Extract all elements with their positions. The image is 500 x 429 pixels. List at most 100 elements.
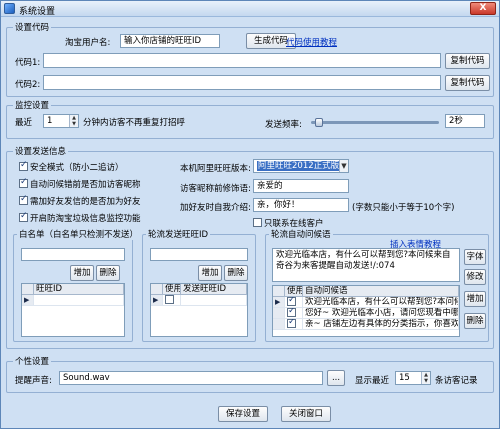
row-marker-icon: ▶ bbox=[151, 295, 163, 305]
whitelist-delete-button[interactable]: 删除 bbox=[96, 265, 120, 281]
greetings-table-header: 使用 自动问候语 bbox=[273, 286, 459, 297]
greetings-col-text: 自动问候语 bbox=[303, 286, 459, 296]
whitelist-col-id: 旺旺ID bbox=[34, 284, 124, 294]
save-settings-button[interactable]: 保存设置 bbox=[218, 406, 268, 422]
table-row[interactable]: 亲~ 店铺左边有具体的分类指示，你喜欢哪 bbox=[273, 319, 459, 330]
rotation-accounts-title: 轮流发送旺旺ID bbox=[146, 228, 211, 240]
close-window-button[interactable]: 关闭窗口 bbox=[281, 406, 331, 422]
add-greeting-button[interactable]: 增加 bbox=[464, 291, 486, 307]
settings-window: 系统设置 X 设置代码 淘宝用户名: 输入你店铺的旺旺ID 生成代码 代码使用教… bbox=[0, 0, 500, 429]
chevron-down-icon[interactable]: ▼ bbox=[339, 160, 348, 172]
show-recent-label: 显示最近 bbox=[355, 376, 390, 386]
account-input[interactable]: 输入你店铺的旺旺ID bbox=[120, 34, 220, 48]
edit-greeting-button[interactable]: 修改 bbox=[464, 269, 486, 285]
rotation-add-button[interactable]: 增加 bbox=[198, 265, 222, 281]
version-selected-value: 阿里旺旺2012正式版本 bbox=[257, 161, 348, 171]
greetings-corner bbox=[273, 286, 285, 296]
table-row[interactable]: 您好~ 欢迎光临本小店，请问您现看中哪些 bbox=[273, 308, 459, 319]
greeting-use-checkbox[interactable] bbox=[287, 319, 296, 328]
rotation-table-header: 使用 发送旺旺ID bbox=[151, 284, 247, 295]
rotation-use-checkbox[interactable] bbox=[165, 295, 174, 304]
add-friend-checkbox[interactable] bbox=[19, 194, 28, 205]
whitelist-input[interactable] bbox=[21, 248, 125, 261]
table-row[interactable]: ▶ bbox=[22, 295, 124, 306]
version-select[interactable]: 阿里旺旺2012正式版本 ▼ bbox=[253, 159, 349, 173]
show-recent-input[interactable]: 15 ▲ ▼ bbox=[395, 371, 431, 385]
rotation-accounts-group: 轮流发送旺旺ID 增加 删除 使用 发送旺旺ID ▶ bbox=[142, 228, 256, 342]
frequency-slider-track[interactable] bbox=[311, 121, 439, 124]
greeting-text-cell[interactable]: 您好~ 欢迎光临本小店，请问您现看中哪些 bbox=[303, 308, 459, 318]
delete-greeting-button[interactable]: 删除 bbox=[464, 313, 486, 329]
greetings-col-use: 使用 bbox=[287, 286, 303, 296]
show-recent-suffix: 条访客记录 bbox=[435, 376, 478, 386]
account-label: 淘宝用户名: bbox=[65, 38, 111, 48]
whitelist-table[interactable]: 旺旺ID ▶ bbox=[21, 283, 125, 337]
rotation-use-cell[interactable] bbox=[163, 295, 181, 305]
code1-label: 代码1: bbox=[15, 58, 41, 68]
nick-decorator-input[interactable]: 亲爱的 bbox=[253, 179, 349, 193]
code2-field[interactable] bbox=[43, 75, 441, 90]
greeting-text-cell[interactable]: 欢迎光临本店，有什么可以帮到您?本问候来 bbox=[303, 297, 459, 307]
whitelist-cell[interactable] bbox=[34, 295, 124, 305]
whitelist-group: 白名单（白名单只检测不发送） 增加 删除 旺旺ID ▶ bbox=[13, 228, 141, 342]
send-group: 设置发送信息 安全模式（防小二追访） 自动问候错前是否加访客昵称 需加好友发信的… bbox=[6, 145, 494, 349]
option-safe-mode[interactable]: 安全模式（防小二追访） bbox=[19, 160, 124, 173]
sound-input[interactable]: Sound.wav bbox=[59, 371, 323, 385]
copy-code1-button[interactable]: 复制代码 bbox=[445, 53, 490, 69]
recent-minutes-input[interactable]: 1 ▲ ▼ bbox=[43, 114, 79, 128]
greeting-editor[interactable]: 欢迎光临本店，有什么可以帮到您?本问候来自奇谷为来客提醒自动发送!/:074 bbox=[272, 248, 460, 282]
greeting-use-checkbox[interactable] bbox=[287, 308, 296, 317]
spam-monitor-checkbox[interactable] bbox=[19, 211, 28, 222]
whitelist-corner bbox=[22, 284, 34, 294]
greeting-text-cell[interactable]: 亲~ 店铺左边有具体的分类指示，你喜欢哪 bbox=[303, 319, 459, 329]
safe-mode-label: 安全模式（防小二追访） bbox=[30, 163, 124, 173]
frequency-slider-thumb[interactable] bbox=[314, 118, 323, 127]
row-marker-icon: ▶ bbox=[273, 297, 285, 307]
window-title: 系统设置 bbox=[19, 7, 56, 17]
option-nick-prefix[interactable]: 自动问候错前是否加访客昵称 bbox=[19, 177, 141, 190]
close-button[interactable]: X bbox=[470, 2, 496, 15]
greetings-table[interactable]: 使用 自动问候语 ▶ 欢迎光临本店，有什么可以帮到您?本问候来 您好~ 欢迎光临… bbox=[272, 285, 460, 337]
whitelist-add-button[interactable]: 增加 bbox=[70, 265, 94, 281]
copy-code2-button[interactable]: 复制代码 bbox=[445, 75, 490, 91]
friend-intro-label: 加好友时自我介绍: bbox=[180, 203, 251, 213]
spam-monitor-label: 开启防淘宝垃圾信息监控功能 bbox=[30, 214, 141, 224]
monitor-group-title: 监控设置 bbox=[13, 99, 52, 111]
rotation-accounts-table[interactable]: 使用 发送旺旺ID ▶ bbox=[150, 283, 248, 337]
table-row[interactable]: ▶ bbox=[151, 295, 247, 306]
greeting-use-cell[interactable] bbox=[285, 319, 303, 329]
table-row[interactable]: ▶ 欢迎光临本店，有什么可以帮到您?本问候来 bbox=[273, 297, 459, 308]
recent-minutes-spinner[interactable]: ▲ ▼ bbox=[69, 115, 78, 127]
rotation-col-use: 使用 bbox=[165, 284, 181, 294]
rotation-col-id: 发送旺旺ID bbox=[181, 284, 247, 294]
nick-prefix-checkbox[interactable] bbox=[19, 177, 28, 188]
nick-prefix-label: 自动问候错前是否加访客昵称 bbox=[30, 180, 141, 190]
row-marker bbox=[273, 319, 285, 329]
friend-intro-hint: (字数只能小于等于10个字) bbox=[352, 203, 455, 213]
option-add-friend[interactable]: 需加好友发信的是否加为好友 bbox=[19, 194, 141, 207]
online-only-checkbox[interactable] bbox=[253, 218, 262, 227]
greeting-use-cell[interactable] bbox=[285, 308, 303, 318]
rotation-account-input[interactable] bbox=[150, 248, 248, 261]
title-bar: 系统设置 X bbox=[1, 1, 499, 17]
code-usage-link[interactable]: 代码使用教程 bbox=[286, 36, 337, 48]
rotation-id-cell[interactable] bbox=[181, 295, 247, 305]
whitelist-title: 白名单（白名单只检测不发送） bbox=[17, 228, 141, 240]
code1-field[interactable] bbox=[43, 53, 441, 68]
option-spam-monitor[interactable]: 开启防淘宝垃圾信息监控功能 bbox=[19, 211, 141, 224]
personal-group-title: 个性设置 bbox=[13, 355, 52, 367]
show-recent-spinner[interactable]: ▲ ▼ bbox=[421, 372, 430, 384]
font-button[interactable]: 字体 bbox=[464, 249, 486, 265]
row-marker bbox=[273, 308, 285, 318]
nick-decorator-label: 访客昵称前修饰语: bbox=[180, 184, 251, 194]
code-group-title: 设置代码 bbox=[13, 21, 52, 33]
recent-minutes-text: 分钟内访客不再重复打招呼 bbox=[83, 118, 186, 128]
safe-mode-checkbox[interactable] bbox=[19, 160, 28, 171]
greeting-use-checkbox[interactable] bbox=[287, 297, 296, 306]
browse-sound-button[interactable]: ... bbox=[327, 370, 345, 386]
rotation-delete-button[interactable]: 删除 bbox=[224, 265, 248, 281]
frequency-value: 2秒 bbox=[445, 114, 485, 128]
row-marker-icon: ▶ bbox=[22, 295, 34, 305]
greeting-use-cell[interactable] bbox=[285, 297, 303, 307]
friend-intro-input[interactable]: 亲，你好！ bbox=[253, 198, 349, 212]
